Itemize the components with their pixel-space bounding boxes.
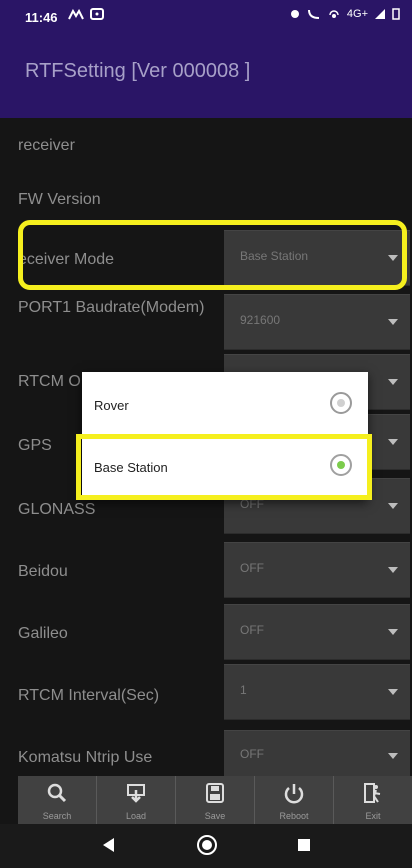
radio-unselected-icon[interactable]: [330, 392, 352, 414]
recents-icon[interactable]: [297, 838, 311, 852]
label-komatsu-ntrip: Komatsu Ntrip Use: [18, 749, 153, 766]
save-button[interactable]: Save: [176, 776, 255, 824]
search-button[interactable]: Search: [18, 776, 97, 824]
row-galileo: Galileo OFF: [0, 604, 412, 660]
label-port1-baudrate: PORT1 Baudrate(Modem): [18, 299, 205, 316]
load-label: Load: [125, 811, 147, 821]
receiver-mode-highlight: [18, 220, 407, 290]
save-icon: [206, 783, 224, 803]
exit-icon: [364, 783, 381, 803]
vibrate-icon: [290, 10, 299, 18]
dropdown-arrow-icon: [388, 503, 398, 509]
power-icon: [284, 784, 304, 804]
save-label: Save: [204, 811, 226, 821]
label-gps: GPS: [18, 437, 52, 454]
base-station-highlight: [76, 434, 372, 500]
signal-icon: [375, 9, 385, 19]
label-fw-version: FW Version: [18, 191, 101, 208]
port1-baudrate-value: 921600: [240, 313, 281, 327]
dropdown-arrow-icon: [388, 629, 398, 635]
dropdown-arrow-icon: [388, 379, 398, 385]
exit-label: Exit: [365, 811, 381, 821]
hotspot-icon: [329, 10, 339, 18]
system-nav-bar: [0, 824, 412, 868]
row-komatsu-ntrip: Komatsu Ntrip Use OFF: [0, 724, 412, 780]
dropdown-arrow-icon: [388, 689, 398, 695]
option-rover-label: Rover: [94, 398, 129, 413]
search-label: Search: [42, 811, 72, 821]
option-rover[interactable]: Rover: [82, 376, 368, 436]
app-bar: RTFSetting [Ver 000008 ]: [0, 34, 412, 118]
label-receiver: receiver: [18, 137, 75, 154]
battery-icon: [392, 8, 400, 20]
status-bar: 11:46 4G+: [0, 0, 412, 34]
label-beidou: Beidou: [18, 563, 68, 580]
row-fw-version: FW Version: [0, 172, 412, 226]
row-receiver: receiver: [0, 118, 412, 172]
komatsu-ntrip-select[interactable]: OFF: [224, 730, 410, 780]
galileo-value: OFF: [240, 623, 264, 637]
row-rtcm-interval: RTCM Interval(Sec) 1: [0, 664, 412, 720]
back-icon[interactable]: [100, 836, 116, 854]
label-glonass: GLONASS: [18, 501, 96, 518]
rtcm-interval-select[interactable]: 1: [224, 664, 410, 720]
dropdown-arrow-icon: [388, 439, 398, 445]
app-title: RTFSetting [Ver 000008 ]: [25, 60, 251, 82]
label-galileo: Galileo: [18, 625, 68, 642]
dropdown-arrow-icon: [388, 567, 398, 573]
beidou-select[interactable]: OFF: [224, 542, 410, 598]
komatsu-ntrip-value: OFF: [240, 747, 264, 761]
call-icon: [307, 9, 319, 19]
status-time: 11:46: [25, 10, 58, 25]
exit-button[interactable]: Exit: [334, 776, 412, 824]
reboot-label: Reboot: [279, 811, 309, 821]
row-port1-baudrate: PORT1 Baudrate(Modem) 921600: [0, 294, 412, 350]
home-icon[interactable]: [196, 834, 218, 856]
network-type-label: 4G+: [346, 8, 368, 20]
screen-icon: [90, 8, 104, 20]
dropdown-arrow-icon: [388, 319, 398, 325]
label-rtcm-output: RTCM O: [18, 373, 81, 390]
load-icon: [127, 784, 145, 803]
maps-icon: [68, 8, 84, 20]
port1-baudrate-select[interactable]: 921600: [224, 294, 410, 350]
dropdown-arrow-icon: [388, 753, 398, 759]
search-icon: [47, 783, 67, 803]
load-button[interactable]: Load: [97, 776, 176, 824]
label-rtcm-interval: RTCM Interval(Sec): [18, 687, 160, 704]
rtcm-interval-value: 1: [240, 683, 247, 697]
bottom-toolbar: Search Load Save Reboot Exit: [18, 776, 412, 824]
galileo-select[interactable]: OFF: [224, 604, 410, 660]
beidou-value: OFF: [240, 561, 264, 575]
row-beidou: Beidou OFF: [0, 542, 412, 598]
reboot-button[interactable]: Reboot: [255, 776, 334, 824]
